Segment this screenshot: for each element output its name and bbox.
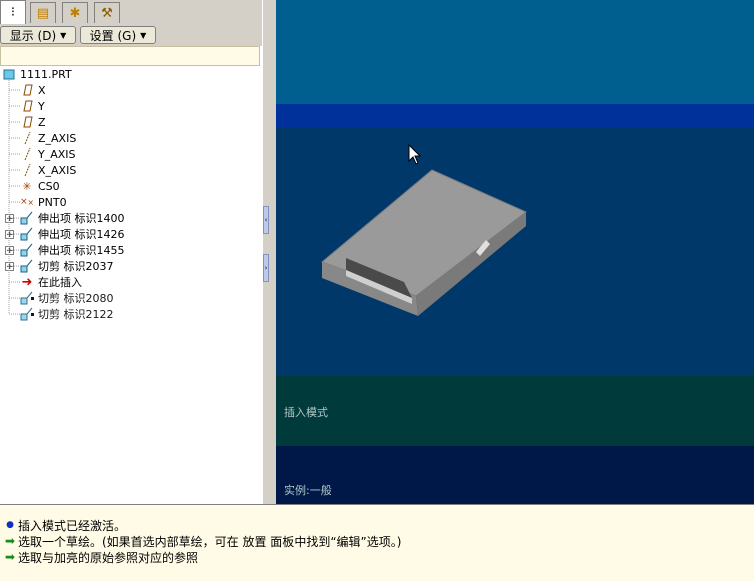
prompt-arrow-icon: ➡ <box>4 534 16 548</box>
message-line: ➡ 选取一个草绘。(如果首选内部草绘，可在 放置 面板中找到“编辑”选项。) <box>4 533 401 549</box>
tree-item-label: Y_AXIS <box>38 147 76 161</box>
tree-guide-lines <box>8 80 20 315</box>
tree-item-label: Z_AXIS <box>38 131 77 145</box>
tree-item-label: 伸出项 标识1400 <box>38 212 125 225</box>
tree-item-label: 切剪 标识2080 <box>38 292 114 305</box>
info-dot-icon: ● <box>6 520 14 530</box>
tree-item-label: PNT0 <box>38 195 67 209</box>
tab-tools[interactable]: ⚒ <box>94 2 120 23</box>
mouse-cursor-icon <box>408 144 422 165</box>
model-tree: 1111.PRT X Y Z Z_AXIS Y_AXIS X_AXIS ✳ CS0… <box>0 66 262 326</box>
panel-splitter[interactable] <box>262 0 275 504</box>
tree-filter-bar[interactable] <box>0 46 260 66</box>
insert-mode-label: 插入模式 <box>284 406 328 419</box>
tab-layers[interactable]: ▤ <box>30 2 56 23</box>
tools-icon: ⚒ <box>101 5 113 21</box>
tree-item-label: X_AXIS <box>38 163 77 177</box>
tree-item-label: 切剪 标识2037 <box>38 260 114 273</box>
folder-layers-icon: ▤ <box>36 5 50 21</box>
graphics-viewport[interactable]: 插入模式 实例:一般 <box>276 0 754 504</box>
tab-model-tree[interactable]: ⁝ <box>0 0 26 24</box>
instance-label: 实例:一般 <box>284 484 332 497</box>
tree-item-label: 切剪 标识2122 <box>38 308 114 321</box>
tree-item-extrude-1426[interactable]: 伸出项 标识1426 <box>20 226 125 242</box>
tree-item-label: 伸出项 标识1426 <box>38 228 125 241</box>
collapse-left-handle[interactable]: ‹ <box>263 206 269 234</box>
tree-menus: 显示 (D) ▼ 设置 (G) ▼ <box>0 24 262 46</box>
message-line: ● 插入模式已经激活。 <box>4 517 126 533</box>
tree-item-label: 伸出项 标识1455 <box>38 244 125 257</box>
tree-item-extrude-1400[interactable]: 伸出项 标识1400 <box>20 210 125 226</box>
settings-menu-label: 设置 (G) <box>89 28 137 43</box>
prompt-arrow-icon: ➡ <box>4 550 16 564</box>
tree-item-cut-2122[interactable]: 切剪 标识2122 <box>20 306 114 322</box>
chevron-left-icon: ‹ <box>264 216 268 224</box>
message-area: ● 插入模式已经激活。 ➡ 选取一个草绘。(如果首选内部草绘，可在 放置 面板中找到… <box>0 504 754 581</box>
tree-item-extrude-1455[interactable]: 伸出项 标识1455 <box>20 242 125 258</box>
settings-menu-button[interactable]: 设置 (G) ▼ <box>80 26 156 44</box>
show-menu-button[interactable]: 显示 (D) ▼ <box>0 26 76 44</box>
chevron-right-icon: › <box>264 264 268 272</box>
tree-item-label: CS0 <box>38 179 60 193</box>
message-text: 选取与加亮的原始参照对应的参照 <box>18 550 199 565</box>
message-text: 插入模式已经激活。 <box>18 518 127 533</box>
tree-item-label: Z <box>38 115 46 129</box>
part-model <box>321 169 527 316</box>
chevron-down-icon: ▼ <box>60 30 67 40</box>
show-menu-label: 显示 (D) <box>9 28 57 43</box>
tree-item-cut-2080[interactable]: 切剪 标识2080 <box>20 290 114 306</box>
tab-favorites[interactable]: ✱ <box>62 2 88 23</box>
tree-item-label: Y <box>38 99 45 113</box>
expand-right-handle[interactable]: › <box>263 254 269 282</box>
message-text: 选取一个草绘。(如果首选内部草绘，可在 放置 面板中找到“编辑”选项。) <box>18 534 402 549</box>
chevron-down-icon: ▼ <box>140 30 147 40</box>
tree-item-label: 在此插入 <box>38 276 82 289</box>
navigator-tabs: ⁝ ▤ ✱ ⚒ <box>0 0 262 24</box>
tree-item-cut-2037[interactable]: 切剪 标识2037 <box>20 258 114 274</box>
message-line: ➡ 选取与加亮的原始参照对应的参照 <box>4 549 198 565</box>
model-tree-panel: ⁝ ▤ ✱ ⚒ 显示 (D) ▼ 设置 (G) ▼ 1111.PRT X Y Z Z… <box>0 0 263 504</box>
folder-star-icon: ✱ <box>69 5 81 21</box>
model-tree-icon: ⁝ <box>10 5 16 20</box>
tree-item-label: X <box>38 83 46 97</box>
